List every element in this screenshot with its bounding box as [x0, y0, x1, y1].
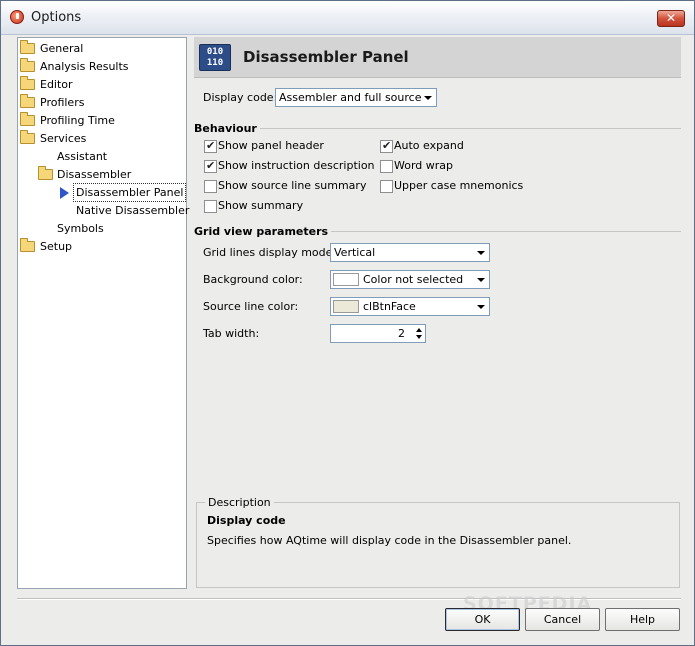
- chevron-down-icon: [477, 251, 485, 255]
- word-wrap-checkbox[interactable]: [380, 160, 393, 173]
- arrow-icon: [60, 187, 69, 199]
- tab-width-value: 2: [398, 327, 405, 340]
- show-instruction-description-label: Show instruction description: [218, 159, 375, 172]
- chevron-down-icon: [424, 96, 432, 100]
- tree-item-label: Symbols: [57, 222, 104, 235]
- background-color-combo[interactable]: Color not selected: [330, 270, 490, 289]
- behaviour-title: Behaviour: [194, 122, 260, 135]
- folder-icon: [20, 58, 35, 72]
- background-color-swatch: [333, 273, 359, 286]
- folder-icon: [38, 166, 53, 180]
- title-bar[interactable]: Options ✕: [1, 1, 694, 35]
- tree-item-label: Setup: [40, 240, 73, 253]
- show-panel-header-checkbox[interactable]: [204, 139, 217, 153]
- grid-lines-label: Grid lines display mode:: [203, 246, 337, 259]
- grid-lines-combo[interactable]: Vertical: [330, 243, 490, 262]
- binary-icon: 010 110: [199, 44, 231, 71]
- background-color-value: Color not selected: [363, 273, 464, 286]
- show-source-line-summary-label: Show source line summary: [218, 179, 367, 192]
- show-source-line-summary-checkbox[interactable]: [204, 180, 217, 193]
- display-code-combo[interactable]: Assembler and full source: [275, 88, 437, 107]
- description-text: Specifies how AQtime will display code i…: [207, 534, 572, 547]
- binary-icon-text: 010 110: [206, 47, 224, 68]
- tree-item-label: Native Disassembler: [76, 204, 190, 217]
- folder-icon: [20, 94, 35, 108]
- help-button[interactable]: Help: [605, 608, 680, 631]
- description-box: Description Display code Specifies how A…: [196, 496, 680, 588]
- source-line-color-value: clBtnFace: [363, 300, 416, 313]
- folder-icon: [20, 130, 35, 144]
- display-code-value: Assembler and full source: [279, 91, 422, 104]
- source-line-color-swatch: [333, 300, 359, 313]
- settings-panel: 010 110 Disassembler Panel Display code:…: [194, 37, 681, 589]
- auto-expand-label: Auto expand: [394, 139, 464, 152]
- display-code-label: Display code:: [203, 91, 278, 104]
- tab-width-spinner[interactable]: 2: [330, 324, 426, 343]
- word-wrap-label: Word wrap: [394, 159, 454, 172]
- tree-item-label: Profilers: [40, 96, 85, 109]
- panel-title: Disassembler Panel: [243, 48, 409, 66]
- source-line-color-label: Source line color:: [203, 300, 299, 313]
- tree-item-label: Disassembler: [57, 168, 132, 181]
- options-dialog: Options ✕ General Analysis Results Edito…: [0, 0, 695, 646]
- tree-item-symbols[interactable]: Symbols: [57, 220, 104, 237]
- tree-item-label: Profiling Time: [40, 114, 115, 127]
- app-icon: [10, 10, 24, 24]
- tab-width-label: Tab width:: [203, 327, 260, 340]
- tree-item-label: Analysis Results: [40, 60, 129, 73]
- show-instruction-description-checkbox[interactable]: [204, 159, 217, 173]
- options-tree[interactable]: General Analysis Results Editor Profiler…: [17, 37, 189, 589]
- chevron-down-icon: [477, 305, 485, 309]
- upper-case-mnemonics-label: Upper case mnemonics: [394, 179, 524, 192]
- upper-case-mnemonics-checkbox[interactable]: [380, 180, 393, 193]
- tree-item-label: Services: [40, 132, 87, 145]
- ok-button[interactable]: OK: [445, 608, 520, 631]
- folder-icon: [20, 238, 35, 252]
- cancel-button[interactable]: Cancel: [525, 608, 600, 631]
- show-summary-label: Show summary: [218, 199, 304, 212]
- tree-item-label: Editor: [40, 78, 73, 91]
- grid-lines-value: Vertical: [334, 246, 376, 259]
- spin-down-icon[interactable]: [416, 335, 422, 339]
- background-color-label: Background color:: [203, 273, 303, 286]
- folder-icon: [20, 40, 35, 54]
- tree-item-native-disassembler[interactable]: Native Disassembler: [76, 202, 189, 219]
- tree-item-label: Disassembler Panel: [72, 183, 187, 202]
- panel-header: 010 110 Disassembler Panel: [194, 37, 681, 78]
- tree-item-label: General: [40, 42, 84, 55]
- source-line-color-combo[interactable]: clBtnFace: [330, 297, 490, 316]
- close-button[interactable]: ✕: [657, 10, 685, 27]
- description-title: Display code: [207, 514, 286, 527]
- chevron-down-icon: [477, 278, 485, 282]
- folder-icon: [20, 76, 35, 90]
- tree-item-assistant[interactable]: Assistant: [57, 148, 107, 165]
- window-title: Options: [31, 10, 82, 25]
- spin-up-icon[interactable]: [416, 328, 422, 332]
- behaviour-divider: [194, 128, 681, 129]
- tree-item-label: Assistant: [57, 150, 108, 163]
- show-summary-checkbox[interactable]: [204, 200, 217, 213]
- grid-view-title: Grid view parameters: [194, 225, 332, 238]
- auto-expand-checkbox[interactable]: [380, 139, 393, 153]
- folder-icon: [20, 112, 35, 126]
- show-panel-header-label: Show panel header: [218, 139, 324, 152]
- description-legend: Description: [205, 496, 274, 509]
